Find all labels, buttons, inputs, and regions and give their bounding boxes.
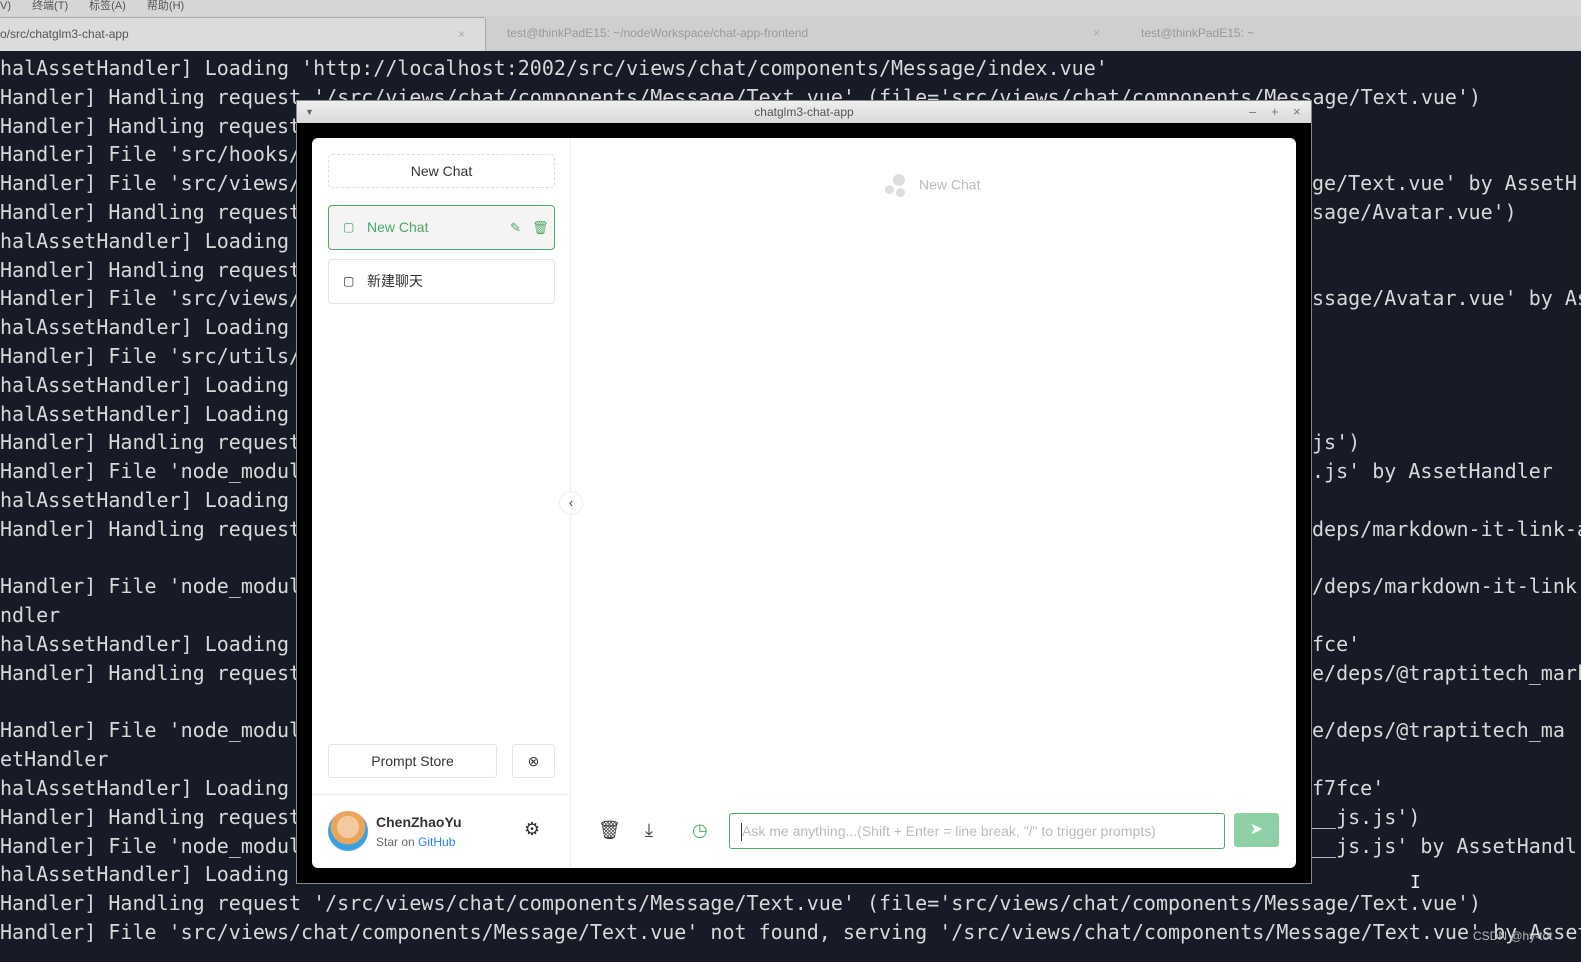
- terminal-line-right: js'): [1312, 430, 1361, 455]
- terminal-line: Handler] File 'src/views/(: [0, 171, 314, 196]
- text-cursor-icon: I: [1410, 872, 1421, 893]
- menu-terminal[interactable]: 终端(T): [32, 0, 68, 13]
- message-input[interactable]: Ask me anything...(Shift + Enter = line …: [729, 813, 1225, 849]
- close-icon[interactable]: ×: [458, 18, 465, 51]
- terminal-line: Handler] Handling request: [0, 516, 302, 541]
- chat-icon: ▢: [343, 220, 355, 234]
- terminal-line: Handler] Handling request: [0, 430, 302, 455]
- terminal-line-right: f7fce': [1312, 776, 1385, 800]
- terminal-line: Handler] Handling request: [0, 200, 302, 224]
- maximize-icon[interactable]: +: [1271, 101, 1279, 123]
- terminal-line: halAssetHandler] Loading: [0, 776, 289, 800]
- terminal-line: Handler] File 'node_modul(: [0, 718, 314, 743]
- send-button[interactable]: ➤: [1234, 813, 1279, 847]
- user-name: ChenZhaoYu: [376, 814, 462, 830]
- terminal-line: halAssetHandler] Loading: [0, 315, 289, 340]
- logo-icon: [885, 174, 909, 198]
- window-titlebar[interactable]: ▼ chatglm3-chat-app – + ×: [297, 101, 1311, 123]
- chat-item-active[interactable]: ▢ New Chat ✎ 🗑: [328, 205, 555, 250]
- terminal-line: halAssetHandler] Loading 'http://localho…: [0, 56, 1108, 80]
- terminal-menubar: V) 终端(T) 标签(A) 帮助(H): [0, 0, 1581, 16]
- terminal-line: halAssetHandler] Loading: [0, 228, 289, 253]
- terminal-line-right: .js' by AssetHandler: [1312, 459, 1553, 484]
- terminal-line: Handler] Handling request: [0, 660, 302, 685]
- terminal-line: Handler] File 'node_modul(: [0, 574, 314, 599]
- terminal-line: Handler] File 'src/views/chat/components…: [0, 920, 1581, 944]
- terminal-line-right: fce': [1312, 632, 1361, 656]
- user-info: ChenZhaoYu Star on GitHub ⚙: [312, 794, 571, 868]
- terminal-line: Handler] Handling request: [0, 804, 302, 829]
- tab-label: o/src/chatglm3-chat-app: [0, 27, 129, 41]
- close-icon[interactable]: ×: [1093, 17, 1100, 50]
- terminal-line-right: ge/Text.vue' by AssetH: [1312, 171, 1577, 196]
- terminal-line-right: /deps/markdown-it-link: [1312, 574, 1577, 599]
- terminal-line: halAssetHandler] Loading: [0, 632, 289, 656]
- watermark: CSDN @hy-tot: [1473, 929, 1553, 943]
- terminal-line-right: deps/markdown-it-link-a: [1312, 516, 1581, 541]
- terminal-tab-3[interactable]: test@thinkPadE15: ~: [1141, 17, 1541, 51]
- edit-icon[interactable]: ✎: [510, 206, 521, 249]
- terminal-line-right: sage/Avatar.vue'): [1312, 200, 1517, 224]
- terminal-line-right: __js.js' by AssetHandl: [1312, 833, 1577, 858]
- chat-header: New Chat: [885, 174, 980, 198]
- chat-app: New Chat ▢ New Chat ✎ 🗑 ▢ 新建聊天 Prompt St…: [312, 138, 1296, 868]
- tab-label: test@thinkPadE15: ~: [1141, 26, 1255, 40]
- star-prefix: Star on: [376, 835, 419, 849]
- terminal-line: halAssetHandler] Loading: [0, 401, 289, 426]
- window-menu-icon[interactable]: ▼: [305, 101, 314, 123]
- terminal-tab-1[interactable]: o/src/chatglm3-chat-app ×: [0, 17, 486, 51]
- terminal-line: Handler] Handling request: [0, 257, 302, 282]
- terminal-line: Handler] Handling request '/src/views/ch…: [0, 891, 1482, 916]
- trash-icon[interactable]: 🗑: [598, 820, 621, 841]
- terminal-line: Handler] File 'node_modul(: [0, 459, 314, 484]
- app-window: ▼ chatglm3-chat-app – + × New Chat ▢ New…: [296, 100, 1312, 884]
- terminal-line-right: e/deps/@traptitech_ma: [1312, 718, 1565, 743]
- menu-tabs[interactable]: 标签(A): [89, 0, 126, 13]
- terminal-line: Handler] File 'node_modul(: [0, 833, 314, 858]
- window-title: chatglm3-chat-app: [754, 105, 854, 119]
- terminal-line: Handler] File 'src/hooks/(: [0, 142, 314, 167]
- collapse-sidebar-button[interactable]: ‹: [559, 491, 583, 515]
- chat-main: New Chat 🗑 ⤓ ◷ Ask me anything...(Shift …: [572, 138, 1296, 868]
- minimize-icon[interactable]: –: [1249, 101, 1256, 123]
- prompt-store-button[interactable]: Prompt Store: [328, 744, 497, 778]
- new-chat-button[interactable]: New Chat: [328, 154, 555, 188]
- terminal-line: halAssetHandler] Loading: [0, 372, 289, 397]
- menu-help[interactable]: 帮助(H): [147, 0, 184, 13]
- avatar: [328, 811, 368, 851]
- terminal-line: Handler] File 'src/views/(: [0, 286, 314, 311]
- clear-icon[interactable]: ⊗: [512, 744, 555, 778]
- chat-item-label: New Chat: [367, 219, 429, 235]
- chat-item-label: 新建聊天: [367, 273, 423, 289]
- star-text: Star on GitHub: [376, 835, 455, 849]
- github-link[interactable]: GitHub: [418, 835, 455, 849]
- terminal-line: ndler: [0, 603, 61, 628]
- menu-view[interactable]: V): [0, 0, 11, 13]
- terminal-line: halAssetHandler] Loading: [0, 488, 289, 512]
- terminal-line: Handler] File 'src/utils/(: [0, 344, 314, 368]
- terminal-line: Handler] Handling request: [0, 113, 302, 138]
- gear-icon[interactable]: ⚙: [524, 819, 540, 840]
- terminal-line-right: __js.js'): [1312, 804, 1421, 829]
- close-icon[interactable]: ×: [1293, 101, 1301, 123]
- chat-icon: ▢: [343, 274, 355, 288]
- terminal-tab-2[interactable]: test@thinkPadE15: ~/nodeWorkspace/chat-a…: [507, 17, 1117, 51]
- terminal-line-right: ssage/Avatar.vue' by As: [1312, 286, 1581, 311]
- terminal-line-right: e/deps/@traptitech_mark: [1312, 660, 1581, 685]
- tab-label: test@thinkPadE15: ~/nodeWorkspace/chat-a…: [507, 26, 809, 40]
- sidebar: New Chat ▢ New Chat ✎ 🗑 ▢ 新建聊天 Prompt St…: [312, 138, 571, 868]
- terminal-line: halAssetHandler] Loading: [0, 862, 289, 887]
- terminal-tabs: o/src/chatglm3-chat-app × test@thinkPadE1…: [0, 16, 1581, 51]
- download-icon[interactable]: ⤓: [645, 820, 653, 841]
- history-icon[interactable]: ◷: [692, 820, 708, 841]
- chat-title: New Chat: [919, 176, 981, 193]
- trash-icon[interactable]: 🗑: [532, 206, 549, 249]
- chat-item[interactable]: ▢ 新建聊天: [328, 259, 555, 304]
- terminal-line: etHandler: [0, 747, 109, 772]
